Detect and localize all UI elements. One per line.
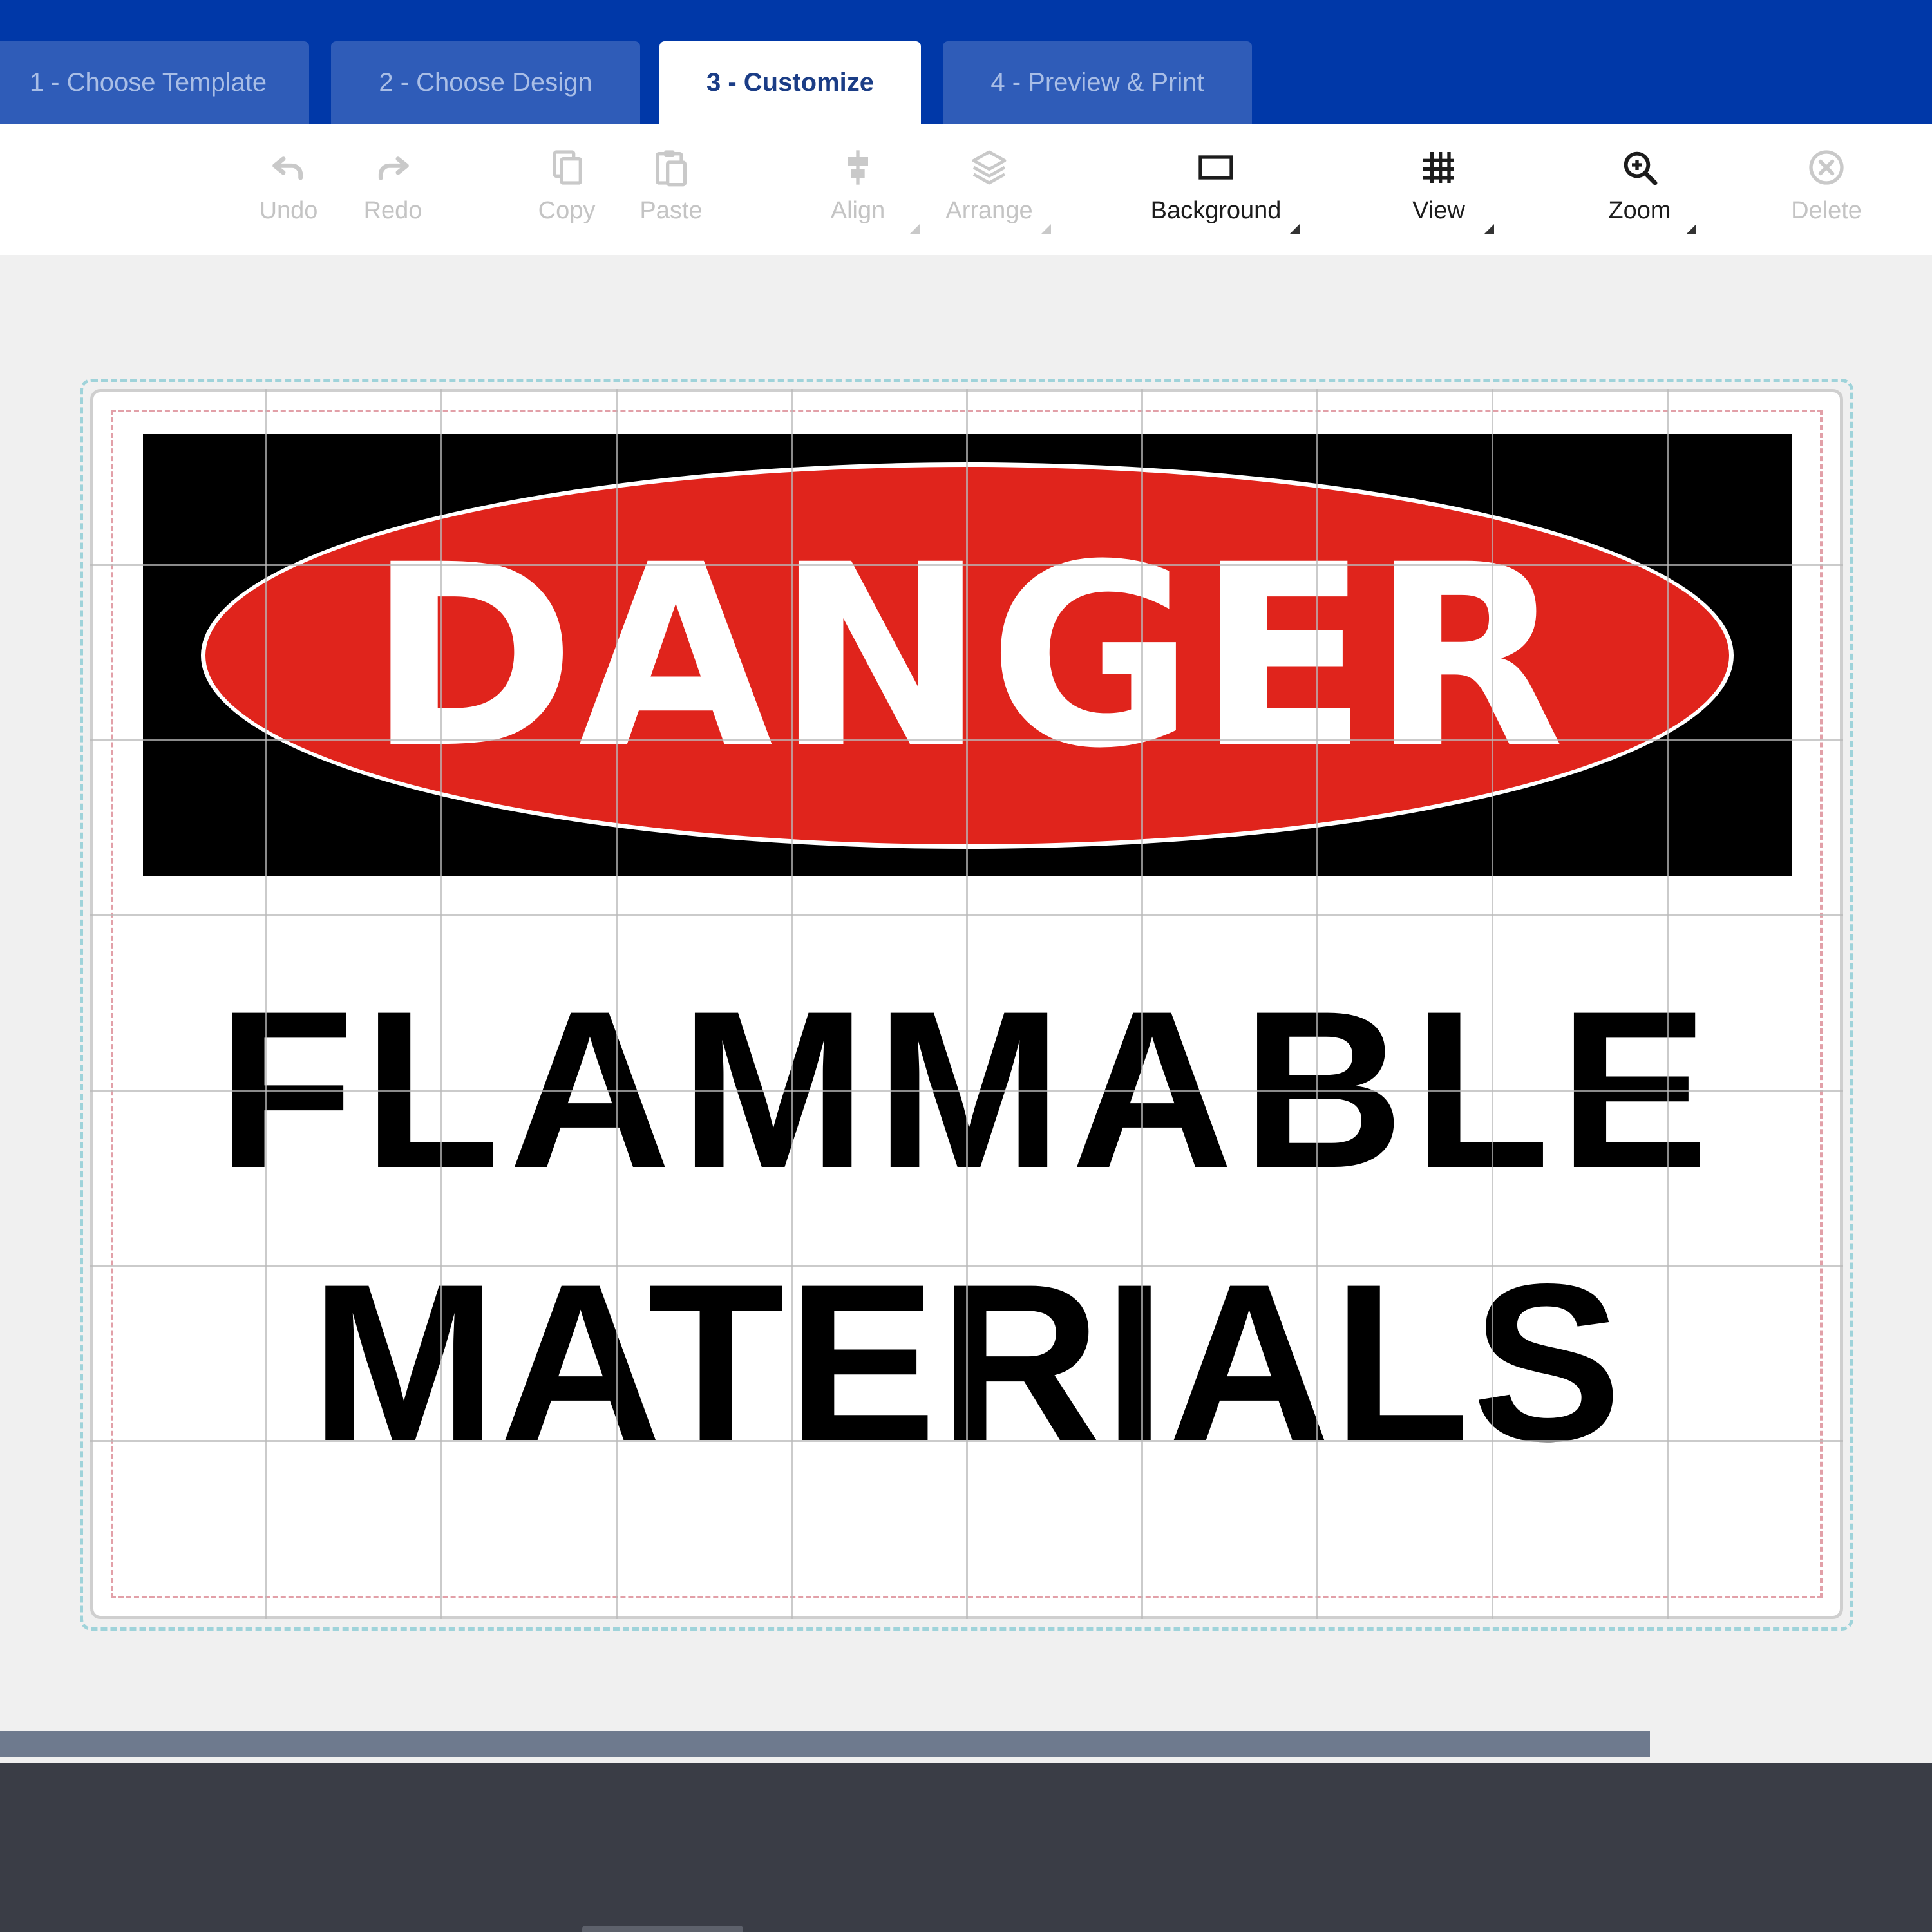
tab-choose-template[interactable]: 1 - Choose Template bbox=[0, 41, 309, 124]
align-icon bbox=[835, 144, 881, 191]
background-button[interactable]: Background bbox=[1145, 142, 1300, 238]
zoom-in-icon bbox=[1616, 144, 1663, 191]
sign-text-line-2[interactable]: MATERIALS bbox=[143, 1247, 1792, 1479]
rectangle-icon bbox=[1193, 144, 1239, 191]
delete-label: Delete bbox=[1791, 197, 1862, 224]
editor-toolbar: Undo Redo Copy Paste Align Arrange Backg… bbox=[0, 124, 1932, 255]
align-label: Align bbox=[830, 197, 886, 224]
layers-icon bbox=[966, 144, 1012, 191]
arrange-label: Arrange bbox=[945, 197, 1033, 224]
redo-label: Redo bbox=[363, 197, 422, 224]
tab-choose-design[interactable]: 2 - Choose Design bbox=[331, 41, 640, 124]
paste-label: Paste bbox=[639, 197, 703, 224]
sign-text-line-1[interactable]: FLAMMABLE bbox=[143, 974, 1792, 1206]
background-dropdown-caret bbox=[1289, 224, 1300, 234]
align-button[interactable]: Align bbox=[787, 142, 929, 238]
undo-icon bbox=[265, 144, 312, 191]
view-button[interactable]: View bbox=[1368, 142, 1510, 238]
delete-button[interactable]: Delete bbox=[1756, 142, 1897, 238]
background-label: Background bbox=[1150, 197, 1282, 224]
arrange-dropdown-caret bbox=[1041, 224, 1051, 234]
copy-icon bbox=[544, 144, 590, 191]
redo-icon bbox=[370, 144, 416, 191]
tab-customize[interactable]: 3 - Customize bbox=[659, 41, 921, 124]
step-tab-bar: 1 - Choose Template 2 - Choose Design 3 … bbox=[0, 0, 1932, 124]
view-label: View bbox=[1412, 197, 1465, 224]
bottom-panel-handle[interactable] bbox=[582, 1926, 743, 1932]
arrange-button[interactable]: Arrange bbox=[918, 142, 1060, 238]
horizontal-scrollbar-thumb[interactable] bbox=[0, 1731, 1650, 1757]
bottom-panel bbox=[0, 1763, 1932, 1932]
sign-editor: 1 - Choose Template 2 - Choose Design 3 … bbox=[0, 0, 1932, 1932]
zoom-dropdown-caret bbox=[1686, 224, 1696, 234]
tab-preview-print[interactable]: 4 - Preview & Print bbox=[943, 41, 1252, 124]
paste-icon bbox=[648, 144, 694, 191]
grid-icon bbox=[1416, 144, 1462, 191]
redo-button[interactable]: Redo bbox=[322, 142, 464, 238]
danger-header-text[interactable]: DANGER bbox=[143, 528, 1792, 786]
zoom-button[interactable]: Zoom bbox=[1569, 142, 1710, 238]
paste-button[interactable]: Paste bbox=[600, 142, 742, 238]
delete-icon bbox=[1803, 144, 1850, 191]
view-dropdown-caret bbox=[1484, 224, 1494, 234]
zoom-label: Zoom bbox=[1608, 197, 1671, 224]
